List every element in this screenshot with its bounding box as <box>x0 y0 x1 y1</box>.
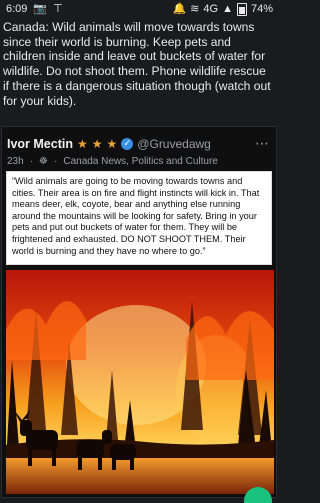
author-handle[interactable]: @Gruvedawg <box>137 137 211 151</box>
community-icon: ☸ <box>39 156 48 167</box>
post-time: 23h <box>7 156 24 167</box>
status-time: 6:09 <box>6 3 28 15</box>
signal-icon: ⊤ <box>53 2 63 15</box>
wifi-icon: ≋ <box>190 2 200 15</box>
cellular-icon: ▲ <box>222 2 233 15</box>
more-options-icon[interactable]: ⋯ <box>255 135 270 152</box>
status-bar: 6:09 📷 ⊤ 🔔 ≋ 4G ▲ 74% <box>0 0 279 18</box>
post-text: Canada: Wild animals will move towards t… <box>3 20 271 108</box>
separator-dot: · <box>29 156 34 167</box>
network-label: 4G <box>203 2 219 15</box>
author-name[interactable]: Ivor Mectin <box>7 137 73 151</box>
verified-icon: ✓ <box>121 137 134 150</box>
battery-icon <box>236 2 247 16</box>
star-icon: ★ <box>91 136 103 151</box>
battery-percent: 74% <box>250 3 273 15</box>
star-icon: ★ <box>77 136 88 151</box>
community-name[interactable]: Canada News, Politics and Culture <box>63 156 218 167</box>
separator-dot: · <box>54 156 58 167</box>
camera-icon: 📷 <box>33 2 48 15</box>
quote-text-box: “Wild animals are going to be moving tow… <box>6 171 272 265</box>
notification-icon: 🔔 <box>172 2 187 15</box>
star-icon: ★ <box>106 136 118 151</box>
forest-fire-image[interactable] <box>6 270 274 494</box>
embedded-post-card[interactable]: Ivor Mectin ★ ★ ★ ✓ @Gruvedawg ⋯ 23h · ☸… <box>1 126 277 503</box>
